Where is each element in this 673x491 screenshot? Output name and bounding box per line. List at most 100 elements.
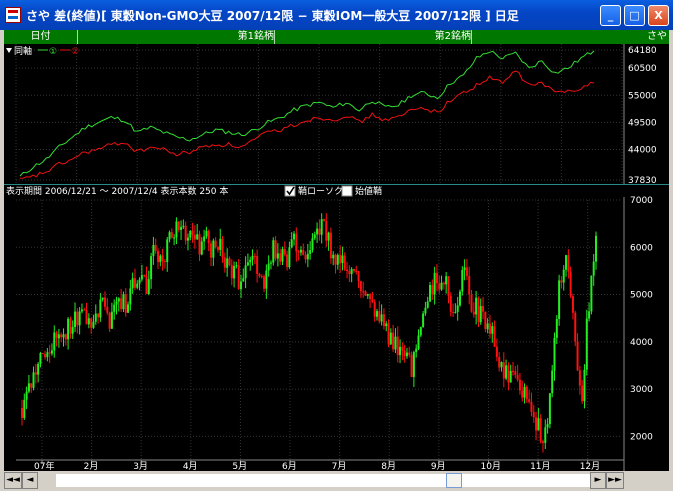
candle-body	[276, 253, 279, 259]
candle-body	[140, 275, 143, 280]
candle-body	[565, 255, 568, 270]
candle-body	[85, 310, 88, 325]
legend-dropdown-icon[interactable]	[6, 48, 12, 53]
candle-body	[495, 346, 498, 357]
candle-body	[48, 352, 51, 354]
candle-body	[290, 239, 293, 248]
candle-body	[34, 372, 37, 375]
start-value-checkbox[interactable]	[341, 185, 353, 197]
candle-body	[578, 370, 581, 386]
candle-body	[560, 280, 563, 283]
candle-body	[293, 233, 296, 240]
scroll-track[interactable]	[56, 474, 590, 487]
x-tick-label: 07年	[34, 460, 54, 471]
candle-body	[147, 279, 150, 294]
close-button[interactable]: X	[648, 5, 669, 26]
candle-body	[286, 254, 289, 268]
candle-body	[90, 318, 93, 328]
candle-body	[403, 350, 406, 357]
start-value-label: 始値鞘	[355, 185, 382, 197]
candle-body	[170, 232, 173, 238]
candle-body	[546, 424, 549, 428]
candle-body	[37, 363, 40, 375]
candle-body	[463, 267, 466, 271]
candle-body	[163, 261, 166, 263]
candle-body	[113, 304, 116, 312]
candle-body	[509, 370, 512, 383]
column-header-row: 日付 第1銘柄 第2銘柄 さや	[4, 30, 669, 44]
maximize-button[interactable]: □	[624, 5, 645, 26]
header-second-contract[interactable]: 第2銘柄	[275, 30, 471, 44]
candle-body	[133, 278, 136, 288]
header-first-contract[interactable]: 第1銘柄	[78, 30, 274, 44]
candlestick-label: 鞘ローソク	[298, 185, 343, 197]
candle-body	[378, 311, 381, 322]
candle-body	[302, 249, 305, 256]
candle-body	[394, 336, 397, 350]
candle-body	[410, 354, 413, 377]
candle-body	[228, 258, 231, 265]
x-tick-label: 9月	[431, 461, 446, 471]
scroll-right-button[interactable]: ►	[590, 472, 606, 489]
x-tick-label: 6月	[282, 461, 297, 471]
candle-body	[401, 346, 404, 351]
upper-y-tick: 64180	[628, 46, 657, 56]
candle-body	[313, 234, 316, 239]
candle-body	[39, 353, 42, 364]
candle-body	[322, 219, 325, 222]
candle-body	[502, 362, 505, 379]
upper-price-chart: 同軸 ① ② 64180 60500 55000 49500 44000 37830	[6, 44, 657, 184]
candle-body	[468, 276, 471, 295]
candle-body	[415, 348, 418, 353]
candle-body	[210, 243, 213, 258]
candle-body	[152, 244, 155, 257]
period-info: 表示期間 2006/12/21 〜 2007/12/4 表示本数 250 本	[6, 185, 228, 197]
candle-body	[470, 294, 473, 312]
candle-body	[246, 262, 249, 266]
candle-body	[136, 283, 139, 288]
candle-body	[551, 370, 554, 394]
candle-body	[180, 226, 183, 230]
upper-y-axis: 64180 60500 55000 49500 44000 37830	[623, 44, 657, 184]
app-icon	[5, 7, 21, 23]
candle-body	[101, 297, 104, 300]
upper-y-tick: 49500	[628, 118, 657, 128]
candle-body	[212, 240, 215, 258]
x-tick-label: 2月	[84, 461, 99, 471]
candle-body	[117, 298, 120, 302]
series2-line	[19, 70, 595, 179]
scroll-first-button[interactable]: ◄◄	[4, 472, 22, 489]
title-bar[interactable]: さや 差(終値)[ 東穀Non-GMO大豆 2007/12限 − 東穀IOM一般…	[0, 0, 673, 30]
candle-body	[129, 288, 132, 305]
candle-body	[574, 312, 577, 342]
header-spread[interactable]: さや	[472, 30, 669, 44]
candle-body	[297, 251, 300, 253]
header-date[interactable]: 日付	[4, 30, 77, 44]
candle-body	[316, 228, 319, 235]
candle-body	[352, 269, 355, 272]
candle-body	[97, 313, 100, 318]
lower-y-tick: 6000	[630, 243, 653, 253]
scroll-last-button[interactable]: ►►	[606, 472, 624, 489]
candle-body	[435, 272, 438, 284]
x-tick-label: 4月	[183, 461, 198, 471]
candle-body	[567, 255, 570, 272]
candle-body	[405, 352, 408, 357]
candle-body	[486, 323, 489, 330]
candle-body	[590, 275, 593, 312]
candle-body	[357, 271, 360, 282]
scroll-thumb[interactable]	[446, 473, 462, 488]
candle-body	[53, 332, 56, 351]
candle-body	[498, 356, 501, 368]
candle-body	[350, 269, 353, 274]
candle-body	[343, 255, 346, 270]
candle-body	[458, 291, 461, 306]
candle-body	[544, 427, 547, 443]
candle-body	[399, 346, 402, 356]
candle-body	[306, 253, 309, 260]
candle-body	[433, 272, 436, 295]
minimize-button[interactable]: _	[600, 5, 621, 26]
lower-spread-chart: 表示期間 2006/12/21 〜 2007/12/4 表示本数 250 本 鞘…	[6, 185, 653, 471]
candle-body	[424, 307, 427, 314]
scroll-left-button[interactable]: ◄	[22, 472, 38, 489]
